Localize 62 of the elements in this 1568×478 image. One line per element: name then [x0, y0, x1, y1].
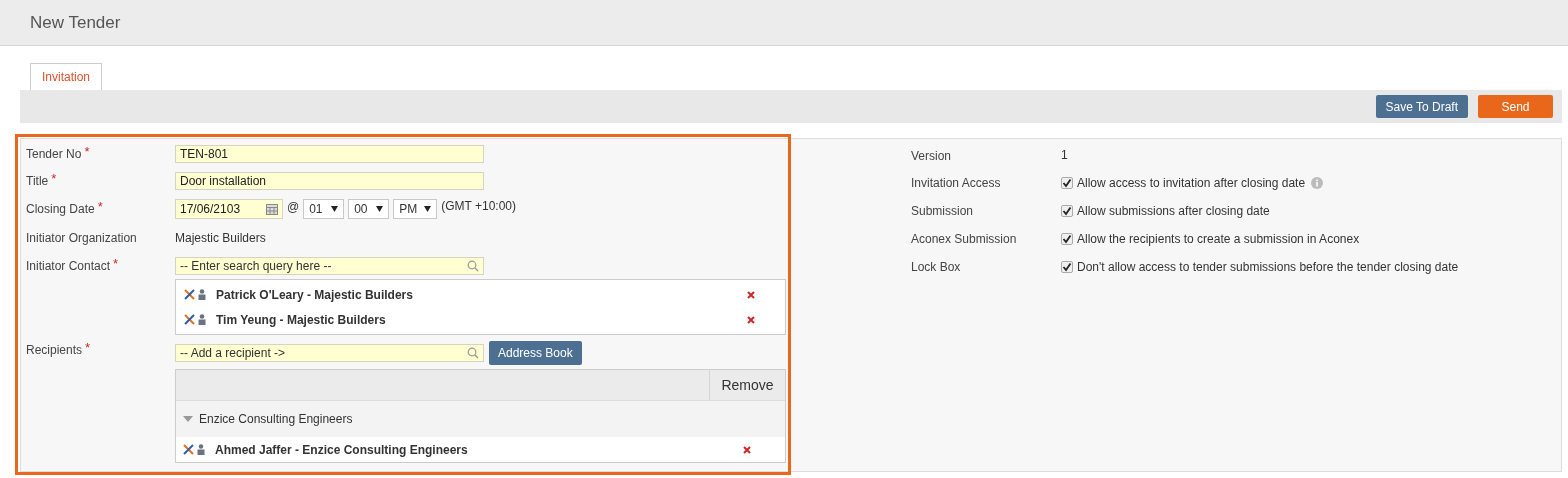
field-label: Version	[911, 147, 953, 165]
tab[interactable]: Invitation	[30, 63, 103, 90]
field-label: Closing Date	[26, 201, 95, 218]
search-icon	[467, 347, 479, 359]
required-mark: *	[51, 171, 57, 186]
person-icon	[197, 444, 205, 455]
recipient-name: Ahmed Jaffer - Enzice Consulting Engineers	[215, 441, 469, 459]
checkbox-text: Don't allow access to tender submissions before the tender closing date	[1077, 259, 1459, 276]
remove-icon[interactable]	[747, 315, 755, 324]
text-field[interactable]: TEN-801	[175, 144, 484, 163]
remove-icon[interactable]	[743, 445, 751, 454]
field-value: Majestic Builders	[175, 230, 266, 247]
required-mark: *	[84, 144, 90, 159]
person-icon	[198, 314, 206, 325]
at-sign: @	[287, 199, 300, 216]
checkbox[interactable]	[1061, 177, 1073, 189]
contact-name: Patrick O'Leary - Majestic Builders	[216, 286, 414, 304]
field-label: Initiator Organization	[26, 230, 137, 247]
checkbox[interactable]	[1061, 233, 1073, 245]
crossed-arrows-icon	[184, 314, 195, 325]
caret-icon	[331, 206, 339, 212]
field-label: Title	[26, 172, 49, 190]
crossed-arrows-icon	[184, 289, 195, 300]
dropdown[interactable]: PM	[393, 199, 438, 219]
checkbox[interactable]	[1061, 261, 1073, 273]
field-label: Invitation Access	[911, 175, 1002, 192]
address-book-button[interactable]: Address Book	[489, 341, 582, 365]
timezone-text: (GMT +10:00)	[441, 198, 516, 215]
calendar-icon[interactable]	[266, 203, 278, 215]
field-label: Tender No	[26, 145, 82, 163]
page-title: New Tender	[30, 11, 121, 34]
group-name: Enzice Consulting Engineers	[199, 411, 353, 428]
caret-icon	[424, 206, 432, 212]
group-row[interactable]: Enzice Consulting Engineers	[176, 401, 785, 437]
field-label: Aconex Submission	[911, 231, 1018, 248]
recipient-search-field[interactable]: -- Add a recipient ->	[175, 344, 484, 362]
search-icon	[467, 259, 479, 272]
required-mark: *	[85, 341, 91, 355]
text-field[interactable]: Door installation	[175, 171, 484, 190]
required-mark: *	[97, 200, 103, 214]
field-label: Lock Box	[911, 259, 962, 276]
dropdown[interactable]: 00	[348, 199, 390, 219]
save-draft-button[interactable]: Save To Draft	[1375, 95, 1468, 118]
checkbox-text: Allow the recipients to create a submission in Aconex	[1077, 231, 1360, 248]
date-field[interactable]: 17/06/2103	[175, 199, 283, 219]
remove-icon[interactable]	[747, 290, 755, 299]
checkbox-text: Allow access to invitation after closing date	[1077, 175, 1306, 192]
person-icon	[198, 289, 206, 300]
search-field[interactable]: -- Enter search query here --	[175, 256, 484, 275]
dropdown[interactable]: 01	[303, 199, 345, 219]
required-mark: *	[113, 256, 119, 271]
expand-arrow-icon[interactable]	[183, 416, 193, 422]
field-label: Initiator Contact	[26, 257, 111, 275]
column-header: Remove	[709, 370, 785, 400]
checkbox-text: Allow submissions after closing date	[1077, 203, 1270, 220]
crossed-arrows-icon	[183, 444, 194, 455]
contact-name: Tim Yeung - Majestic Builders	[216, 311, 387, 329]
field-label: Recipients	[26, 342, 83, 359]
field-value: 1	[1061, 147, 1068, 164]
caret-icon	[376, 206, 384, 212]
field-label: Submission	[911, 203, 975, 220]
checkbox[interactable]	[1061, 205, 1073, 217]
